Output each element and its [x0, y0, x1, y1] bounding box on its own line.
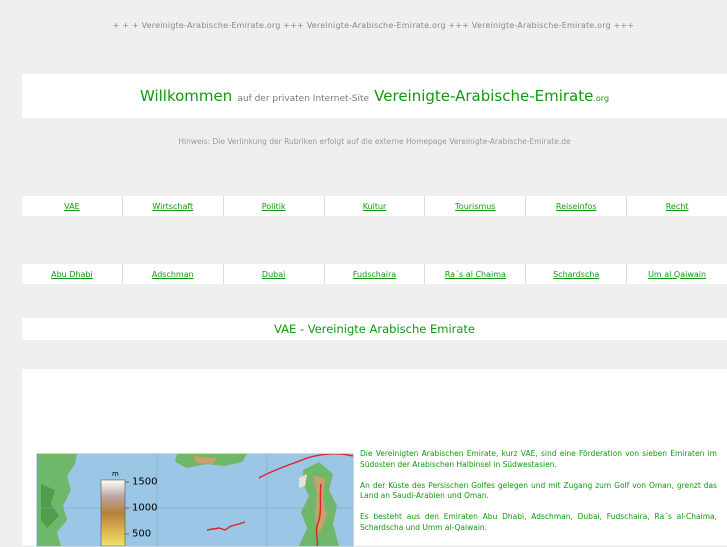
- uae-map-image: m 1500 1000 500: [36, 453, 354, 547]
- nav-link-dubai[interactable]: Dubai: [224, 264, 325, 284]
- section-title: VAE - Vereinigte Arabische Emirate: [22, 318, 727, 340]
- welcome-header: Willkommen auf der privaten Internet-Sit…: [22, 74, 727, 118]
- legend-value-500: 500: [132, 529, 151, 540]
- nav-link-wirtschaft[interactable]: Wirtschaft: [123, 196, 224, 216]
- legend-value-1000: 1000: [132, 503, 157, 514]
- site-name: Vereinigte-Arabische-Emirate: [374, 87, 594, 105]
- welcome-word: Willkommen: [139, 87, 233, 105]
- nav-row-emirates: Abu Dhabi Adschman Dubai Fudschaira Ra´s…: [22, 264, 727, 284]
- nav-row-topics: VAE Wirtschaft Politik Kultur Tourismus …: [22, 196, 727, 216]
- nav-link-kultur[interactable]: Kultur: [325, 196, 426, 216]
- top-banner: + + + Vereinigte-Arabische-Emirate.org +…: [112, 21, 635, 30]
- legend-value-1500: 1500: [132, 477, 157, 488]
- nav-link-adschman[interactable]: Adschman: [123, 264, 224, 284]
- nav-link-ras-al-chaima[interactable]: Ra´s al Chaima: [425, 264, 527, 284]
- nav-link-um-al-qaiwain[interactable]: Um al Qaiwain: [627, 264, 727, 284]
- welcome-middle-text: auf der privaten Internet-Site: [237, 94, 370, 104]
- intro-text: Die Vereinigten Arabischen Emirate, kurz…: [360, 449, 717, 544]
- nav-link-fudschaira[interactable]: Fudschaira: [325, 264, 426, 284]
- nav-link-abu-dhabi[interactable]: Abu Dhabi: [22, 264, 123, 284]
- nav-link-schardscha[interactable]: Schardscha: [526, 264, 628, 284]
- map-graphic: m 1500 1000 500: [37, 454, 353, 546]
- intro-paragraph-1: Die Vereinigten Arabischen Emirate, kurz…: [360, 449, 717, 469]
- nav-link-tourismus[interactable]: Tourismus: [425, 196, 527, 216]
- intro-paragraph-3: Es besteht aus den Emiraten Abu Dhabi, A…: [360, 512, 717, 532]
- nav-link-politik[interactable]: Politik: [224, 196, 325, 216]
- nav-link-reiseinfos[interactable]: Reiseinfos: [526, 196, 628, 216]
- hint-text: Hinweis: Die Verlinkung der Rubriken erf…: [178, 137, 571, 146]
- elevation-legend-bar: [100, 479, 126, 546]
- legend-unit: m: [112, 470, 119, 478]
- site-tld: .org: [593, 94, 610, 103]
- nav-link-recht[interactable]: Recht: [627, 196, 727, 216]
- nav-link-vae[interactable]: VAE: [22, 196, 123, 216]
- intro-paragraph-2: An der Küste des Persischen Golfes geleg…: [360, 480, 717, 501]
